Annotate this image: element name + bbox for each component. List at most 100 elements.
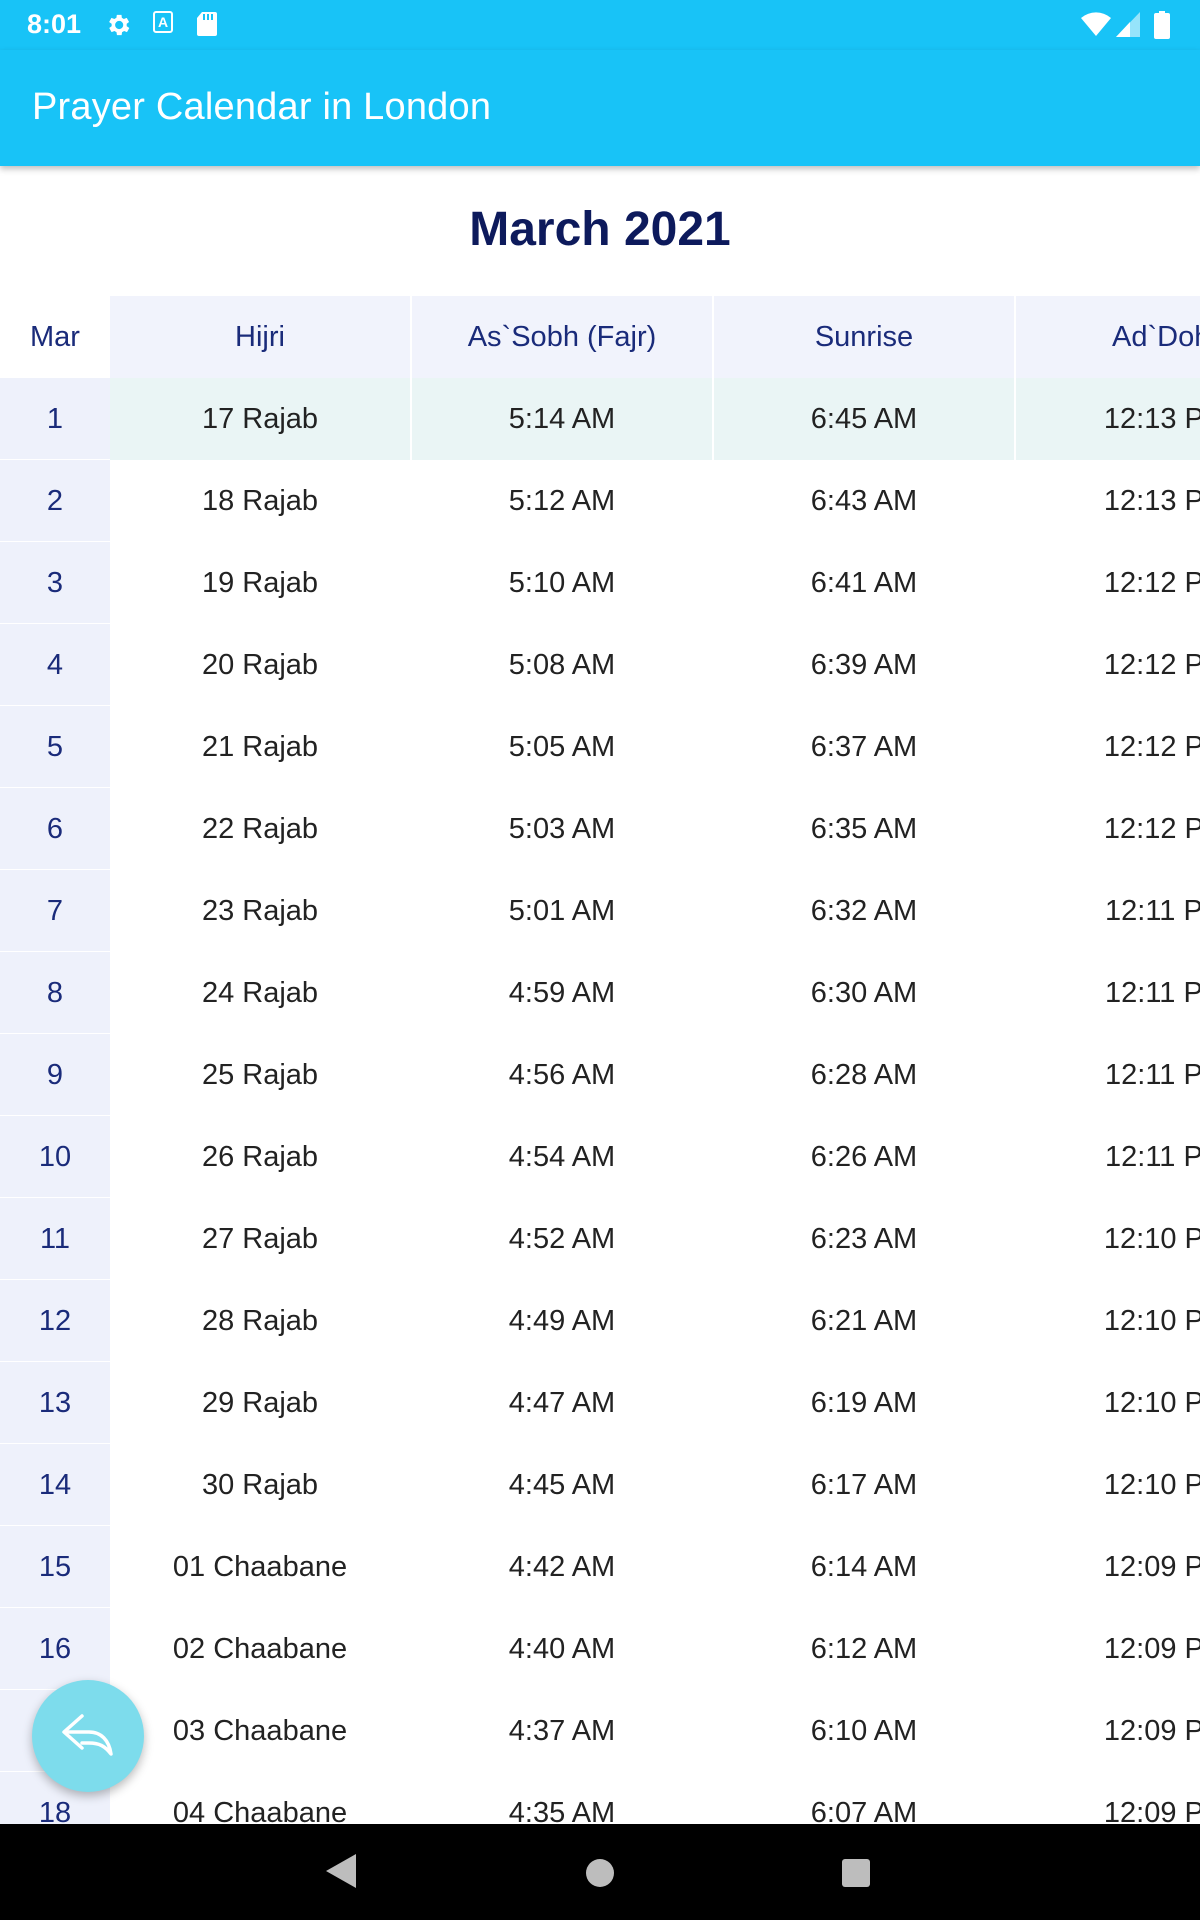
hijri-cell: 19 Rajab	[201, 567, 319, 599]
reply-fab-button[interactable]	[32, 1680, 144, 1792]
day-cell: 7	[0, 870, 110, 952]
table-row[interactable]: 14 30 Rajab 4:45 AM 6:17 AM 12:10 PM	[0, 1444, 1200, 1526]
day-cell: 8	[0, 952, 110, 1034]
table-row[interactable]: 10 26 Rajab 4:54 AM 6:26 AM 12:11 PM	[0, 1116, 1200, 1198]
sd-card-icon	[197, 12, 217, 36]
sunrise-time-cell: 6:14 AM	[810, 1551, 918, 1583]
table-row[interactable]: 117 Rajab5:14 AM6:45 AM12:13 PM	[0, 378, 1200, 460]
table-row[interactable]: 9 25 Rajab 4:56 AM 6:28 AM 12:11 PM	[0, 1034, 1200, 1116]
hijri-cell: 24 Rajab	[201, 977, 319, 1009]
day-cell: 14	[0, 1444, 110, 1526]
table-header-row: Mar Hijri As`Sobh (Fajr) Sunrise Ad`Dohr	[0, 296, 1200, 378]
day-cell: 4	[0, 624, 110, 706]
dohr-time-cell: 12:09 PM	[1103, 1715, 1200, 1747]
sunrise-time-cell: 6:26 AM	[810, 1141, 918, 1173]
fajr-time-cell: 4:45 AM	[508, 1469, 616, 1501]
table-row[interactable]: 6 22 Rajab 5:03 AM 6:35 AM 12:12 PM	[0, 788, 1200, 870]
sunrise-time-cell: 6:12 AM	[810, 1633, 918, 1665]
column-header-fajr: As`Sobh (Fajr)	[412, 296, 712, 378]
dohr-time-cell: 12:11 PM	[1105, 1059, 1200, 1091]
fajr-time-cell: 5:10 AM	[508, 567, 616, 599]
sunrise-time-cell: 6:07 AM	[810, 1797, 918, 1824]
status-bar: 8:01 A	[0, 0, 1200, 50]
column-header-mar: Mar	[0, 296, 110, 378]
day-cell: 13	[0, 1362, 110, 1444]
day-cell: 6	[0, 788, 110, 870]
day-cell: 15	[0, 1526, 110, 1608]
day-cell: 12	[0, 1280, 110, 1362]
sunrise-time-cell: 6:43 AM	[810, 485, 918, 517]
status-time: 8:01	[27, 9, 82, 39]
fajr-time-cell: 4:42 AM	[508, 1551, 616, 1583]
sunrise-time-cell: 6:10 AM	[810, 1715, 918, 1747]
day-cell: 3	[0, 542, 110, 624]
hijri-cell: 27 Rajab	[201, 1223, 319, 1255]
signal-icon	[1116, 12, 1140, 37]
hijri-cell: 26 Rajab	[201, 1141, 319, 1173]
fajr-time-cell: 4:47 AM	[508, 1387, 616, 1419]
dohr-time-cell: 12:13 PM	[1103, 485, 1200, 517]
fajr-time-cell: 5:01 AM	[508, 895, 616, 927]
day-cell: 11	[0, 1198, 110, 1280]
table-row[interactable]: 1804 Chaabane4:35 AM6:07 AM12:09 PM	[0, 1772, 1200, 1824]
sunrise-time-cell: 6:17 AM	[810, 1469, 918, 1501]
sunrise-time-cell: 6:37 AM	[810, 731, 918, 763]
dohr-time-cell: 12:10 PM	[1103, 1469, 1200, 1501]
dohr-time-cell: 12:12 PM	[1103, 731, 1200, 763]
home-icon[interactable]	[586, 1859, 614, 1887]
hijri-cell: 30 Rajab	[201, 1469, 319, 1501]
sunrise-time-cell: 6:23 AM	[810, 1223, 918, 1255]
hijri-cell: 01 Chaabane	[172, 1551, 348, 1583]
dohr-time-cell: 12:12 PM	[1103, 649, 1200, 681]
column-header-hijri: Hijri	[110, 296, 410, 378]
table-row[interactable]: 16 02 Chaabane 4:40 AM 6:12 AM 12:09 PM	[0, 1608, 1200, 1690]
table-row[interactable]: 3 19 Rajab 5:10 AM 6:41 AM 12:12 PM	[0, 542, 1200, 624]
day-cell: 2	[0, 460, 110, 542]
table-row[interactable]: 1703 Chaabane4:37 AM6:10 AM12:09 PM	[0, 1690, 1200, 1772]
dohr-time-cell: 12:10 PM	[1103, 1223, 1200, 1255]
dohr-time-cell: 12:10 PM	[1103, 1387, 1200, 1419]
battery-icon	[1154, 11, 1170, 39]
app-title: Prayer Calendar in London	[32, 86, 492, 128]
sunrise-time-cell: 6:45 AM	[714, 378, 1014, 460]
table-row[interactable]: 11 27 Rajab 4:52 AM 6:23 AM 12:10 PM	[0, 1198, 1200, 1280]
table-row[interactable]: 13 29 Rajab 4:47 AM 6:19 AM 12:10 PM	[0, 1362, 1200, 1444]
prayer-table[interactable]: Mar Hijri As`Sobh (Fajr) Sunrise Ad`Dohr…	[0, 296, 1200, 1824]
dohr-time-cell: 12:09 PM	[1103, 1551, 1200, 1583]
fajr-time-cell: 4:56 AM	[508, 1059, 616, 1091]
fajr-time-cell: 5:14 AM	[412, 378, 712, 460]
table-row[interactable]: 12 28 Rajab 4:49 AM 6:21 AM 12:10 PM	[0, 1280, 1200, 1362]
dohr-time-cell: 12:11 PM	[1105, 1141, 1200, 1173]
table-row[interactable]: 5 21 Rajab 5:05 AM 6:37 AM 12:12 PM	[0, 706, 1200, 788]
dohr-time-cell: 12:09 PM	[1103, 1797, 1200, 1824]
table-row[interactable]: 8 24 Rajab 4:59 AM 6:30 AM 12:11 PM	[0, 952, 1200, 1034]
sunrise-time-cell: 6:19 AM	[810, 1387, 918, 1419]
recents-icon[interactable]	[842, 1859, 870, 1887]
table-row[interactable]: 15 01 Chaabane 4:42 AM 6:14 AM 12:09 PM	[0, 1526, 1200, 1608]
text-a-icon: A	[153, 11, 173, 33]
table-row[interactable]: 2 18 Rajab 5:12 AM 6:43 AM 12:13 PM	[0, 460, 1200, 542]
sunrise-time-cell: 6:41 AM	[810, 567, 918, 599]
table-row[interactable]: 7 23 Rajab 5:01 AM 6:32 AM 12:11 PM	[0, 870, 1200, 952]
hijri-cell: 04 Chaabane	[172, 1797, 348, 1824]
hijri-cell: 22 Rajab	[201, 813, 319, 845]
back-icon[interactable]	[326, 1854, 356, 1888]
navigation-bar	[0, 1824, 1200, 1920]
sunrise-time-cell: 6:39 AM	[810, 649, 918, 681]
fajr-time-cell: 4:40 AM	[508, 1633, 616, 1665]
sunrise-time-cell: 6:28 AM	[810, 1059, 918, 1091]
table-row[interactable]: 4 20 Rajab 5:08 AM 6:39 AM 12:12 PM	[0, 624, 1200, 706]
hijri-cell: 17 Rajab	[110, 378, 410, 460]
hijri-cell: 02 Chaabane	[172, 1633, 348, 1665]
day-cell: 1	[0, 378, 110, 460]
sunrise-time-cell: 6:30 AM	[810, 977, 918, 1009]
hijri-cell: 21 Rajab	[201, 731, 319, 763]
fajr-time-cell: 4:52 AM	[508, 1223, 616, 1255]
fajr-time-cell: 5:03 AM	[508, 813, 616, 845]
dohr-time-cell: 12:12 PM	[1103, 567, 1200, 599]
sunrise-time-cell: 6:21 AM	[810, 1305, 918, 1337]
hijri-cell: 20 Rajab	[201, 649, 319, 681]
fajr-time-cell: 5:05 AM	[508, 731, 616, 763]
fajr-time-cell: 4:49 AM	[508, 1305, 616, 1337]
dohr-time-cell: 12:11 PM	[1105, 895, 1200, 927]
